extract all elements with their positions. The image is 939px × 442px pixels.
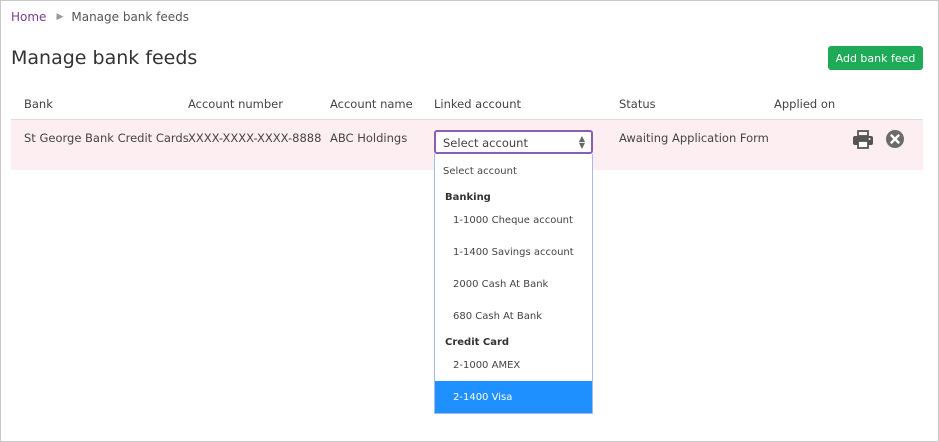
linked-account-dropdown: Select account Banking 1-1000 Cheque acc… [434, 154, 593, 414]
linked-account-select[interactable]: Select account ▲ ▼ [434, 130, 593, 154]
dropdown-option[interactable]: 1-1400 Savings account [435, 247, 592, 258]
select-arrows-icon: ▲ ▼ [578, 134, 585, 150]
cell-account-number: XXXX-XXXX-XXXX-8888 [188, 131, 322, 145]
linked-account-select-value: Select account [443, 136, 528, 150]
dropdown-option[interactable]: 680 Cash At Bank [435, 311, 592, 322]
column-header-account-name: Account name [330, 97, 413, 111]
cell-account-name: ABC Holdings [330, 131, 408, 145]
breadcrumb-separator-icon: ▶ [56, 12, 64, 22]
breadcrumb: Home ▶ Manage bank feeds [11, 10, 189, 24]
dropdown-group-banking: Banking [445, 192, 491, 203]
breadcrumb-current: Manage bank feeds [71, 10, 190, 24]
breadcrumb-home-link[interactable]: Home [11, 10, 46, 24]
dropdown-option-placeholder[interactable]: Select account [435, 166, 592, 177]
dropdown-group-credit-card: Credit Card [445, 337, 510, 348]
dropdown-option[interactable]: 1-1000 Cheque account [435, 215, 592, 226]
column-header-bank: Bank [24, 97, 53, 111]
cell-bank: St George Bank Credit Cards [24, 131, 189, 145]
close-circle-icon[interactable] [885, 129, 905, 149]
column-header-status: Status [619, 97, 656, 111]
column-header-account-number: Account number [188, 97, 283, 111]
printer-icon[interactable] [852, 130, 874, 150]
column-header-applied-on: Applied on [774, 97, 836, 111]
add-bank-feed-button[interactable]: Add bank feed [828, 46, 923, 70]
page-title: Manage bank feeds [11, 47, 198, 69]
dropdown-option[interactable]: 2-1000 AMEX [435, 360, 592, 371]
dropdown-option-highlighted[interactable]: 2-1400 Visa [435, 381, 592, 413]
column-header-linked-account: Linked account [434, 97, 521, 111]
cell-status: Awaiting Application Form [619, 131, 769, 145]
dropdown-option[interactable]: 2000 Cash At Bank [435, 279, 592, 290]
